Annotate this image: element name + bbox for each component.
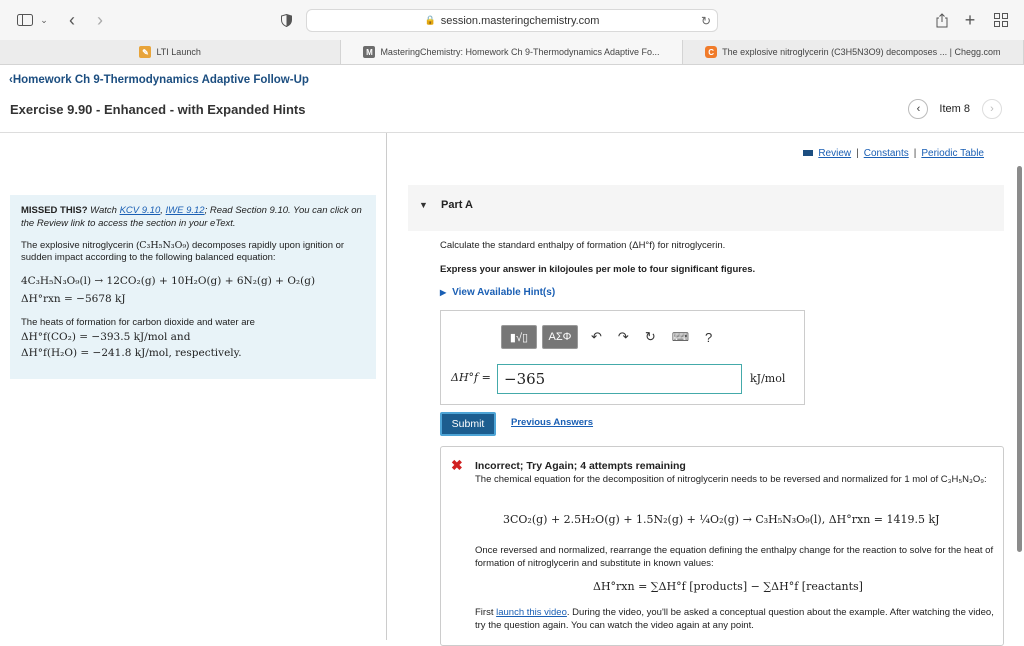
resource-links: Review | Constants | Periodic Table [803, 148, 984, 159]
review-icon [803, 150, 814, 157]
editor-toolbar: ▮√▯ ΑΣΦ ↶ ↷ ↻ ⌨ ? [501, 323, 720, 351]
triangle-right-icon: ▶ [440, 288, 447, 297]
feedback-title: Incorrect; Try Again; 4 attempts remaini… [475, 460, 686, 472]
collapse-triangle-icon[interactable]: ▼ [419, 200, 428, 210]
lock-icon: 🔒 [424, 15, 436, 25]
answer-input[interactable]: −365 [497, 364, 742, 394]
item-navigation: ‹ Item 8 › [908, 99, 1002, 119]
undo-icon[interactable]: ↶ [591, 329, 602, 345]
part-label: Part A [441, 199, 473, 211]
page-header: ‹ Homework Ch 9-Thermodynamics Adaptive F… [0, 66, 1024, 133]
reset-icon[interactable]: ↻ [645, 329, 656, 345]
missed-this-text: MISSED THIS? Watch KCV 9.10, IWE 9.12; R… [21, 205, 362, 229]
feedback-box: ✖ Incorrect; Try Again; 4 attempts remai… [440, 446, 1004, 646]
back-link-label: Homework Ch 9-Thermodynamics Adaptive Fo… [12, 74, 309, 86]
mastering-favicon-icon: M [363, 46, 376, 58]
missed-watch: Watch [90, 205, 117, 216]
chegg-favicon-icon: C [705, 46, 718, 58]
templates-button[interactable]: ▮√▯ [501, 325, 537, 349]
iwe-link[interactable]: IWE 9.12 [166, 205, 205, 216]
tab-strip: ✎ LTI Launch M MasteringChemistry: Homew… [0, 40, 1024, 65]
formula: C₃H₅N₃O₉ [139, 239, 187, 251]
feedback-text-3: First launch this video. During the vide… [475, 607, 995, 633]
submit-button[interactable]: Submit [440, 412, 496, 436]
feedback-text-2: Once reversed and normalized, rearrange … [475, 545, 994, 569]
launch-video-link[interactable]: launch this video [496, 607, 567, 618]
reload-icon[interactable]: ↻ [701, 14, 711, 28]
share-icon[interactable] [934, 0, 950, 40]
previous-answers-link[interactable]: Previous Answers [511, 417, 593, 428]
chevron-down-icon[interactable]: ⌄ [38, 0, 50, 40]
browser-toolbar: ⌄ ‹ › 🔒 session.masteringchemistry.com ↻… [0, 0, 1024, 40]
part-a-header[interactable]: ▼ Part A [408, 185, 1004, 231]
forward-icon[interactable]: › [92, 0, 108, 40]
url-text: session.masteringchemistry.com [440, 14, 600, 27]
feedback-equation-1: 3CO₂(g) + 2.5H₂O(g) + 1.5N₂(g) + ¼O₂(g) … [503, 513, 940, 526]
tab-chegg[interactable]: C The explosive nitroglycerin (C3H5N3O9)… [683, 40, 1024, 64]
feedback-text-1: The chemical equation for the decomposit… [475, 474, 987, 485]
answer-unit: kJ/mol [750, 372, 786, 385]
text3-a: First [475, 607, 494, 618]
review-link[interactable]: Review [818, 148, 851, 159]
new-tab-icon[interactable]: + [962, 0, 978, 40]
prev-item-button[interactable]: ‹ [908, 99, 929, 119]
hf-h2o: ΔH°f(H₂O) = −241.8 kJ/mol, respectively. [21, 346, 242, 359]
answer-box: ▮√▯ ΑΣΦ ↶ ↷ ↻ ⌨ ? ΔH°f = −365 kJ/mol [440, 310, 805, 405]
address-bar[interactable]: 🔒 session.masteringchemistry.com ↻ [306, 9, 718, 32]
tab-masteringchemistry[interactable]: M MasteringChemistry: Homework Ch 9-Ther… [341, 40, 683, 64]
feedback-equation-2: ΔH°rxn = ∑ΔH°f [products] − ∑ΔH°f [react… [593, 580, 863, 593]
back-icon[interactable]: ‹ [64, 0, 80, 40]
help-icon[interactable]: ? [705, 330, 712, 345]
intro-text: The explosive nitroglycerin (C₃H₅N₃O₉) d… [21, 240, 365, 266]
periodic-table-link[interactable]: Periodic Table [921, 148, 984, 159]
hf-co2: ΔH°f(CO₂) = −393.5 kJ/mol and [21, 331, 191, 344]
right-panel: Review | Constants | Periodic Table ▼ Part A… [388, 133, 1024, 646]
lti-favicon-icon: ✎ [139, 46, 152, 58]
incorrect-x-icon: ✖ [451, 457, 463, 473]
tab-label: MasteringChemistry: Homework Ch 9-Thermo… [380, 47, 660, 57]
reaction-enthalpy: ΔH°rxn = −5678 kJ [21, 293, 126, 306]
hint-box: MISSED THIS? Watch KCV 9.10, IWE 9.12; R… [10, 195, 376, 379]
instruction-text: Express your answer in kilojoules per mo… [440, 264, 756, 275]
missed-lead: MISSED THIS? [21, 205, 88, 216]
keyboard-icon[interactable]: ⌨ [672, 330, 689, 344]
answer-label: ΔH°f = [451, 371, 491, 384]
reaction-equation: 4C₃H₅N₃O₉(l) → 12CO₂(g) + 10H₂O(g) + 6N₂… [21, 275, 316, 288]
kcv-link[interactable]: KCV 9.10 [120, 205, 161, 216]
tab-overview-icon[interactable] [992, 0, 1010, 40]
intro-a: The explosive nitroglycerin ( [21, 239, 140, 251]
question-text: Calculate the standard enthalpy of forma… [440, 240, 726, 251]
item-label: Item 8 [939, 103, 970, 115]
left-panel: MISSED THIS? Watch KCV 9.10, IWE 9.12; R… [0, 133, 387, 640]
tab-label: The explosive nitroglycerin (C3H5N3O9) d… [722, 47, 1001, 57]
page-title: Exercise 9.90 - Enhanced - with Expanded… [10, 102, 306, 117]
tab-label: LTI Launch [156, 47, 201, 57]
constants-link[interactable]: Constants [864, 148, 909, 159]
heats-text: The heats of formation for carbon dioxid… [21, 316, 255, 328]
tab-lti-launch[interactable]: ✎ LTI Launch [0, 40, 342, 64]
hints-label: View Available Hint(s) [452, 287, 556, 298]
symbols-button[interactable]: ΑΣΦ [542, 325, 578, 349]
view-hints-link[interactable]: ▶ View Available Hint(s) [440, 287, 555, 298]
sidebar-toggle-icon[interactable] [14, 0, 36, 40]
breadcrumb[interactable]: ‹Homework Ch 9-Thermodynamics Adaptive F… [9, 74, 309, 86]
next-item-button[interactable]: › [982, 99, 1002, 119]
shield-icon[interactable] [278, 0, 294, 40]
scrollbar[interactable] [1017, 166, 1022, 552]
redo-icon[interactable]: ↷ [618, 329, 629, 345]
